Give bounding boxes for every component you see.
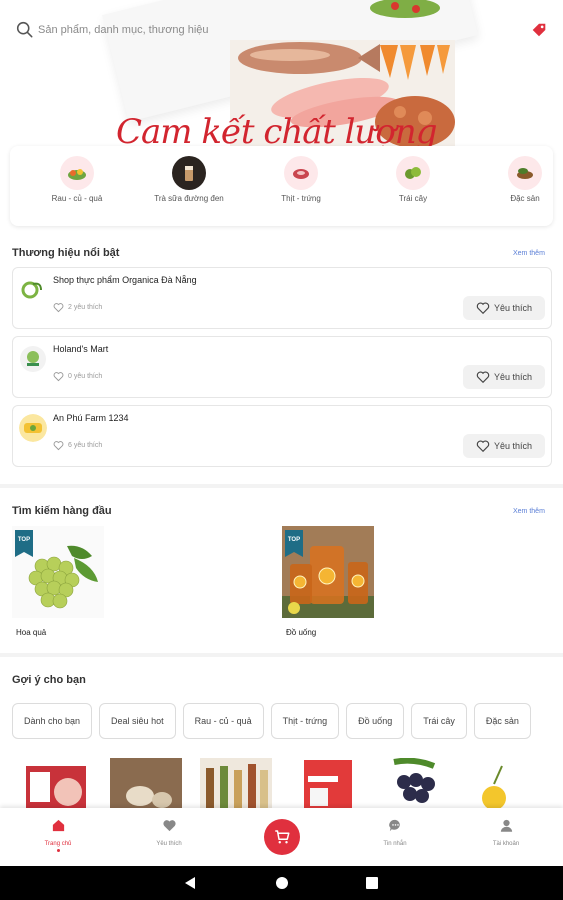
like-button-label: Yêu thích bbox=[493, 303, 533, 313]
featured-brands-title: Thương hiệu nổi bật bbox=[12, 247, 120, 259]
grapes-image: TOP bbox=[12, 526, 104, 618]
vegetables-icon bbox=[60, 156, 94, 190]
category-label: Thịt - trứng bbox=[281, 194, 321, 203]
chip-hot-deal[interactable]: Deal siêu hot bbox=[99, 703, 176, 739]
bottom-nav: Trang chủ Yêu thích Tin nhắn Tài khoản bbox=[0, 808, 563, 866]
category-label: Đặc sản bbox=[510, 194, 540, 203]
brand-card[interactable]: An Phú Farm 1234 6 yêu thích Yêu thích bbox=[12, 405, 552, 467]
brand-likes-count: 2 yêu thích bbox=[68, 304, 103, 311]
category-label: Trà sữa đường đen bbox=[154, 194, 224, 203]
top-search-label: Hoa quả bbox=[16, 628, 47, 637]
featured-brands-see-more[interactable]: Xem thêm bbox=[513, 250, 545, 257]
specialty-icon bbox=[508, 156, 542, 190]
top-badge: TOP bbox=[15, 530, 33, 557]
brand-name: An Phú Farm 1234 bbox=[53, 413, 129, 423]
product-thumbnail[interactable] bbox=[476, 758, 516, 810]
section-divider bbox=[0, 653, 563, 657]
product-thumbnail[interactable] bbox=[200, 758, 272, 810]
nav-favorites-label: Yêu thích bbox=[156, 841, 182, 847]
top-search-label: Đồ uống bbox=[286, 628, 317, 637]
product-thumbnail[interactable] bbox=[110, 758, 182, 810]
nav-account-label: Tài khoản bbox=[492, 841, 520, 847]
suggestions-title: Gợi ý cho bạn bbox=[12, 674, 86, 686]
category-item-vegetables[interactable]: Rau - củ - quả bbox=[22, 156, 132, 203]
home-button-icon[interactable] bbox=[275, 876, 289, 890]
cart-button[interactable] bbox=[264, 819, 300, 855]
recents-icon[interactable] bbox=[365, 876, 379, 890]
meat-icon bbox=[284, 156, 318, 190]
category-item-fruit[interactable]: Trái cây bbox=[358, 156, 468, 203]
heart-icon bbox=[476, 371, 490, 384]
cart-icon bbox=[275, 830, 290, 844]
top-badge: TOP bbox=[285, 530, 303, 557]
search-bar bbox=[0, 0, 563, 60]
like-button[interactable]: Yêu thích bbox=[463, 434, 545, 458]
active-indicator bbox=[56, 849, 60, 852]
chip-drinks[interactable]: Đồ uống bbox=[346, 703, 405, 739]
category-item-milk-tea[interactable]: Trà sữa đường đen bbox=[134, 156, 244, 203]
heart-icon bbox=[53, 303, 64, 313]
search-icon[interactable] bbox=[16, 21, 33, 38]
product-thumbnail[interactable] bbox=[384, 758, 446, 810]
category-label: Rau - củ - quả bbox=[51, 194, 103, 203]
account-icon bbox=[500, 819, 512, 832]
brand-logo bbox=[19, 276, 47, 304]
chip-vegetables[interactable]: Rau - củ - quả bbox=[182, 703, 264, 739]
like-button-label: Yêu thích bbox=[493, 372, 533, 382]
top-searches-title: Tìm kiếm hàng đầu bbox=[12, 505, 112, 517]
chip-fruit[interactable]: Trái cây bbox=[411, 703, 467, 739]
product-thumbnail[interactable] bbox=[22, 758, 88, 810]
category-label: Trái cây bbox=[398, 194, 428, 203]
brand-likes-count: 6 yêu thích bbox=[68, 442, 103, 449]
milk-tea-icon bbox=[172, 156, 206, 190]
back-icon[interactable] bbox=[183, 876, 197, 890]
top-search-item[interactable]: TOP Hoa quả bbox=[12, 526, 104, 637]
brand-card[interactable]: Shop thực phẩm Organica Đà Nẵng 2 yêu th… bbox=[12, 267, 552, 329]
nav-home[interactable]: Trang chủ bbox=[18, 818, 98, 852]
home-icon bbox=[52, 819, 64, 832]
like-button[interactable]: Yêu thích bbox=[463, 296, 545, 320]
nav-account[interactable]: Tài khoản bbox=[466, 818, 546, 847]
top-searches-see-more[interactable]: Xem thêm bbox=[513, 508, 545, 515]
chip-meat[interactable]: Thịt - trứng bbox=[270, 703, 340, 739]
nav-messages-label: Tin nhắn bbox=[383, 841, 407, 847]
brand-card[interactable]: Holand's Mart 0 yêu thích Yêu thích bbox=[12, 336, 552, 398]
brand-logo bbox=[20, 346, 46, 372]
chip-specialty[interactable]: Đặc sản bbox=[473, 703, 531, 739]
brand-name: Shop thực phẩm Organica Đà Nẵng bbox=[53, 275, 197, 285]
brand-name: Holand's Mart bbox=[53, 344, 109, 354]
suggestion-chips: Dành cho bạn Deal siêu hot Rau - củ - qu… bbox=[12, 703, 531, 739]
nav-home-label: Trang chủ bbox=[44, 841, 72, 847]
heart-icon bbox=[162, 820, 176, 832]
nav-messages[interactable]: Tin nhắn bbox=[355, 818, 435, 847]
system-navigation-bar bbox=[0, 866, 563, 900]
category-list: Rau - củ - quả Trà sữa đường đen Thịt - … bbox=[10, 146, 553, 226]
drinks-image: TOP bbox=[282, 526, 374, 618]
category-item-specialty[interactable]: Đặc sản bbox=[470, 156, 553, 203]
category-item-meat[interactable]: Thịt - trứng bbox=[246, 156, 356, 203]
nav-favorites[interactable]: Yêu thích bbox=[129, 818, 209, 847]
top-search-item[interactable]: TOP Đồ uống bbox=[282, 526, 374, 637]
chip-for-you[interactable]: Dành cho bạn bbox=[12, 703, 93, 739]
product-grid-preview bbox=[0, 758, 563, 810]
like-button[interactable]: Yêu thích bbox=[463, 365, 545, 389]
fruit-icon bbox=[396, 156, 430, 190]
product-thumbnail[interactable] bbox=[300, 758, 356, 810]
promo-tag-icon[interactable] bbox=[530, 21, 548, 39]
heart-icon bbox=[476, 302, 490, 315]
heart-icon bbox=[53, 372, 64, 382]
like-button-label: Yêu thích bbox=[493, 441, 533, 451]
heart-icon bbox=[476, 440, 490, 453]
brand-likes-count: 0 yêu thích bbox=[68, 373, 103, 380]
heart-icon bbox=[53, 441, 64, 451]
brand-logo bbox=[19, 414, 47, 442]
hero-slogan: Cam kết chất lượng bbox=[116, 112, 437, 150]
chat-icon bbox=[388, 819, 400, 832]
search-input[interactable] bbox=[38, 20, 368, 40]
section-divider bbox=[0, 484, 563, 488]
